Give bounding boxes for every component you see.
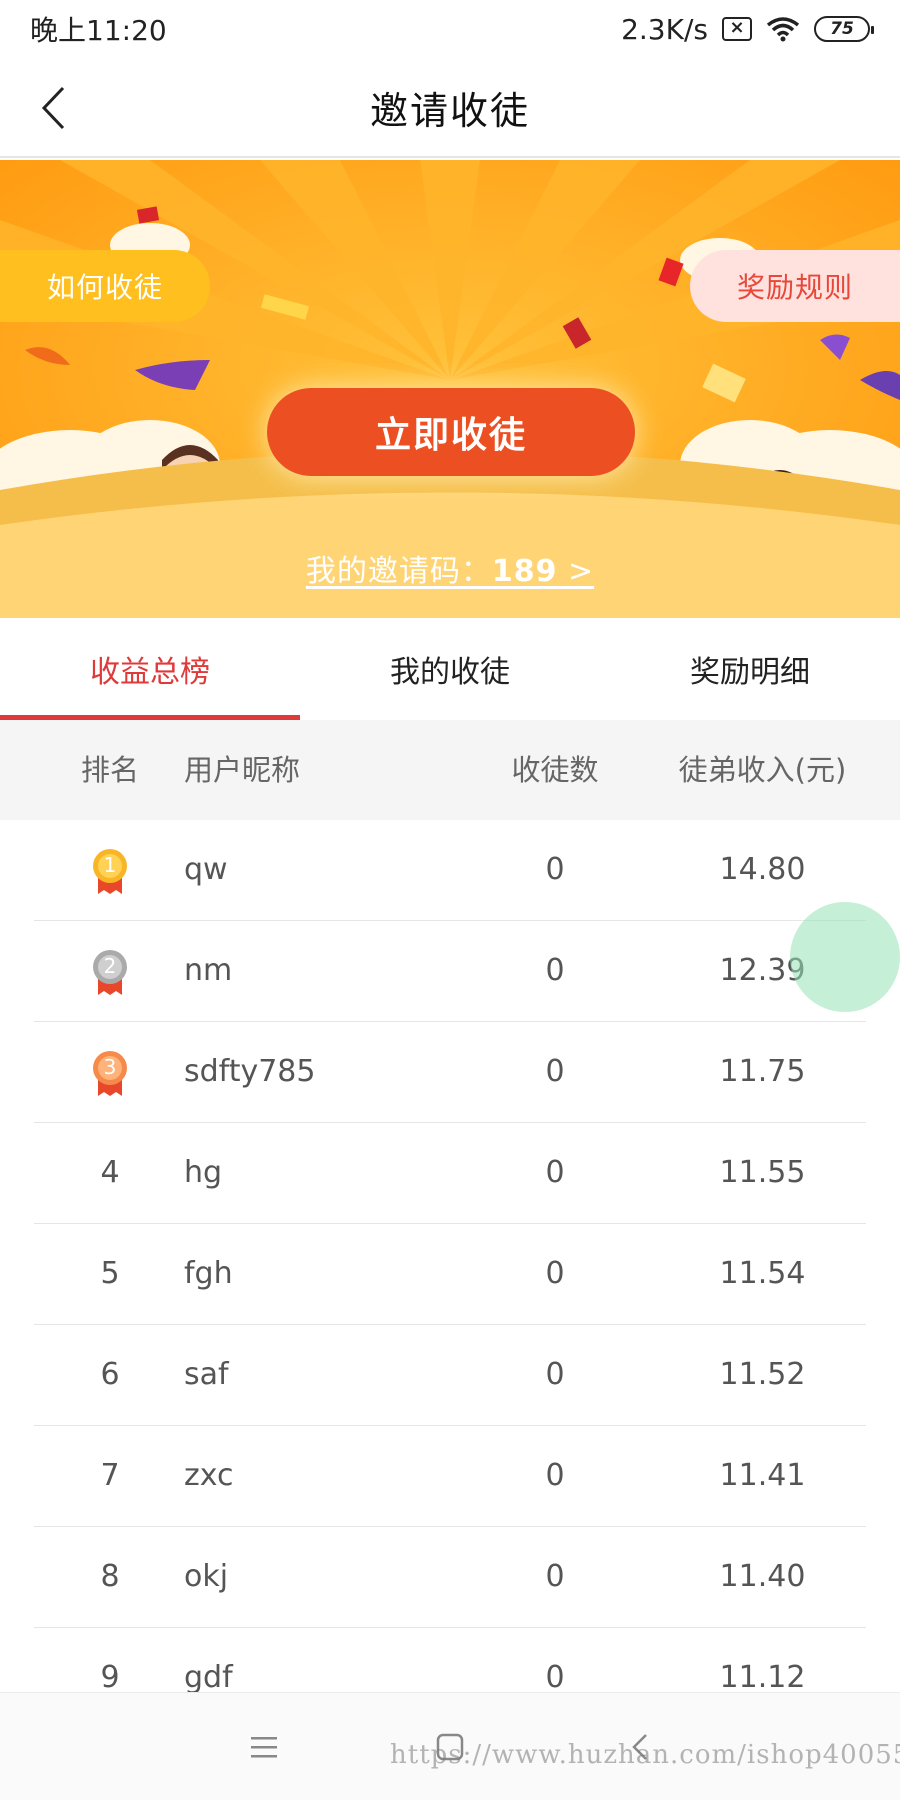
tab-my-apprentices[interactable]: 我的收徒 <box>300 618 600 720</box>
user-nickname: nm <box>184 953 233 988</box>
invite-code-label: 我的邀请码： <box>305 554 492 589</box>
table-row: 6 saf 0 11.52 <box>0 1325 900 1426</box>
invite-banner: 如何收徒 奖励规则 立即收徒 我的邀请码：189 > <box>0 160 900 618</box>
floating-assistive-button[interactable] <box>790 902 900 1012</box>
user-nickname: hg <box>184 1155 223 1190</box>
rank-number: 3 <box>103 1055 117 1079</box>
status-bar: 晚上11:20 2.3K/s × 75 <box>0 0 900 58</box>
battery-level: 75 <box>830 19 854 39</box>
table-row: 1 qw 0 14.80 <box>0 820 900 921</box>
rank-number: 8 <box>100 1559 120 1594</box>
header-name: 用户昵称 <box>184 753 301 787</box>
rank-number: 6 <box>100 1357 120 1392</box>
user-nickname: saf <box>184 1357 229 1392</box>
chevron-left-icon <box>41 86 65 130</box>
apprentice-count: 0 <box>545 1054 565 1089</box>
header-rank: 排名 <box>80 753 139 787</box>
user-nickname: qw <box>184 852 228 887</box>
invite-code-value: 189 <box>491 554 558 589</box>
table-header: 排名 用户昵称 收徒数 徒弟收入(元) <box>0 720 900 820</box>
apprentice-count: 0 <box>545 1155 565 1190</box>
apprentice-income: 11.40 <box>719 1559 806 1594</box>
table-row: 4 hg 0 11.55 <box>0 1123 900 1224</box>
table-row: 5 fgh 0 11.54 <box>0 1224 900 1325</box>
table-row: 7 zxc 0 11.41 <box>0 1426 900 1527</box>
tab-bar: 收益总榜 我的收徒 奖励明细 <box>0 618 900 720</box>
rank-number: 2 <box>103 954 117 978</box>
table-row: 3 sdfty785 0 11.75 <box>0 1022 900 1123</box>
apprentice-count: 0 <box>545 1357 565 1392</box>
apprentice-income: 11.55 <box>719 1155 806 1190</box>
status-time: 晚上11:20 <box>30 14 167 47</box>
apprentice-income: 11.75 <box>719 1054 806 1089</box>
apprentice-count: 0 <box>545 953 565 988</box>
user-nickname: sdfty785 <box>184 1054 316 1089</box>
menu-icon <box>251 1737 277 1758</box>
invite-code-arrow <box>557 554 568 589</box>
menu-button[interactable] <box>240 1723 288 1771</box>
apprentice-income: 11.52 <box>719 1357 806 1392</box>
tab-total-earnings[interactable]: 收益总榜 <box>0 618 300 720</box>
apprentice-count: 0 <box>545 852 565 887</box>
page-title: 邀请收徒 <box>369 88 530 133</box>
header-income: 徒弟收入(元) <box>678 753 847 787</box>
how-to-invite-button[interactable]: 如何收徒 <box>0 250 210 322</box>
user-nickname: okj <box>184 1559 229 1594</box>
apprentice-count: 0 <box>545 1458 565 1493</box>
rank-number: 5 <box>100 1256 120 1291</box>
watermark-text: https://www.huzhan.com/ishop40055 <box>390 1740 900 1770</box>
apprentice-income: 11.54 <box>719 1256 806 1291</box>
rank-number: 7 <box>100 1458 120 1493</box>
header-count: 收徒数 <box>511 753 599 787</box>
rank-number: 1 <box>103 853 117 877</box>
nav-bar: 邀请收徒 <box>0 58 900 158</box>
apprentice-count: 0 <box>545 1256 565 1291</box>
apprentice-count: 0 <box>545 1559 565 1594</box>
no-sim-icon: × <box>722 17 752 41</box>
chevron-right-icon: > <box>568 554 595 589</box>
tab-reward-details[interactable]: 奖励明细 <box>600 618 900 720</box>
user-nickname: fgh <box>184 1256 233 1291</box>
invite-now-button[interactable]: 立即收徒 <box>267 388 635 476</box>
apprentice-income: 11.41 <box>719 1458 806 1493</box>
user-nickname: zxc <box>184 1458 234 1493</box>
back-button[interactable] <box>26 80 82 136</box>
battery-icon: 75 <box>814 16 874 42</box>
wifi-icon <box>766 17 800 42</box>
reward-rules-button[interactable]: 奖励规则 <box>690 250 900 322</box>
table-row: 8 okj 0 11.40 <box>0 1527 900 1628</box>
status-icons: 2.3K/s × 75 <box>621 12 874 46</box>
rank-number: 4 <box>100 1155 120 1190</box>
table-row: 2 nm 0 12.39 <box>0 921 900 1022</box>
invite-code-link[interactable]: 我的邀请码：189 > <box>0 546 900 590</box>
network-speed: 2.3K/s <box>621 12 708 46</box>
